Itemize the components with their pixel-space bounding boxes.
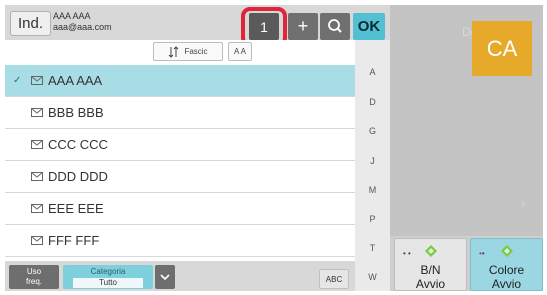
frequent-use-button[interactable]: Uso freq. bbox=[9, 265, 59, 289]
color-line1: Colore bbox=[488, 263, 525, 277]
ca-badge: CA bbox=[472, 21, 532, 76]
category-dropdown-button[interactable] bbox=[155, 265, 175, 289]
contact-name: EEE EEE bbox=[48, 201, 104, 216]
address-index-button[interactable]: Ind. bbox=[10, 11, 51, 36]
contact-name: BBB BBB bbox=[48, 105, 104, 120]
list-item[interactable]: ✓ AAA AAA bbox=[5, 65, 355, 97]
chevron-down-icon bbox=[160, 274, 170, 281]
bottom-bar: Uso freq. Categoria Tutto bbox=[5, 261, 355, 291]
header-bar: Ind. AAA AAA aaa@aaa.com 1 + OK bbox=[5, 5, 390, 47]
category-value: Tutto bbox=[73, 278, 143, 288]
index-letter-p[interactable]: P bbox=[355, 214, 390, 224]
sender-email: aaa@aaa.com bbox=[53, 22, 112, 32]
color-line2: Avvio bbox=[491, 277, 522, 291]
display-toggle-button[interactable]: A A bbox=[228, 42, 252, 61]
chevron-right-icon: › bbox=[521, 195, 526, 211]
bw-dots-icon: • • bbox=[403, 249, 411, 258]
mail-icon bbox=[31, 108, 43, 117]
contact-name: AAA AAA bbox=[48, 73, 103, 88]
frequent-use-line2: freq. bbox=[25, 277, 42, 286]
index-letter-t[interactable]: T bbox=[355, 243, 390, 253]
category-button[interactable]: Categoria Tutto bbox=[63, 265, 153, 289]
list-item[interactable]: CCC CCC bbox=[5, 129, 355, 161]
sort-bar: Fascic A A bbox=[5, 40, 355, 65]
frequent-use-line1: Uso bbox=[26, 267, 42, 276]
mail-icon bbox=[31, 204, 43, 213]
index-letter-w[interactable]: W bbox=[355, 272, 390, 282]
ok-button[interactable]: OK bbox=[353, 13, 385, 40]
mail-icon bbox=[31, 172, 43, 181]
sender-info: AAA AAA aaa@aaa.com bbox=[53, 11, 112, 33]
bw-start-button[interactable]: • • B/N Avvio bbox=[394, 238, 467, 291]
mail-icon bbox=[31, 236, 43, 245]
contact-name: FFF FFF bbox=[48, 233, 100, 248]
bw-line1: B/N bbox=[420, 263, 441, 277]
search-button[interactable] bbox=[320, 13, 350, 40]
bw-start-label: B/N Avvio bbox=[395, 263, 466, 291]
contact-name: CCC CCC bbox=[48, 137, 108, 152]
bw-line2: Avvio bbox=[415, 277, 446, 291]
address-book-screen: Ind. AAA AAA aaa@aaa.com 1 + OK Fascic A… bbox=[5, 5, 543, 291]
sort-fascic-button[interactable]: Fascic bbox=[153, 42, 223, 61]
mail-icon bbox=[31, 76, 43, 85]
color-start-button[interactable]: •• Colore Avvio bbox=[470, 238, 543, 291]
add-destination-button[interactable]: + bbox=[288, 13, 318, 40]
start-diamond-icon bbox=[425, 245, 437, 257]
index-letter-d[interactable]: D bbox=[355, 97, 390, 107]
sort-fascic-label: Fascic bbox=[184, 47, 208, 56]
sender-name: AAA AAA bbox=[53, 11, 91, 21]
check-icon: ✓ bbox=[13, 75, 22, 86]
index-letter-m[interactable]: M bbox=[355, 185, 390, 195]
list-item[interactable]: FFF FFF bbox=[5, 225, 355, 257]
list-item[interactable]: BBB BBB bbox=[5, 97, 355, 129]
alphabet-index: A D G J M P T W bbox=[355, 40, 390, 291]
index-letter-j[interactable]: J bbox=[355, 156, 390, 166]
index-letter-a[interactable]: A bbox=[355, 67, 390, 77]
color-start-label: Colore Avvio bbox=[471, 263, 542, 291]
abc-button[interactable]: ABC bbox=[319, 269, 349, 289]
sort-icon bbox=[169, 45, 179, 58]
list-item[interactable]: DDD DDD bbox=[5, 161, 355, 193]
start-diamond-icon bbox=[501, 245, 513, 257]
color-dots-icon: •• bbox=[479, 249, 485, 258]
list-item[interactable]: EEE EEE bbox=[5, 193, 355, 225]
category-title: Categoria bbox=[90, 267, 126, 276]
index-letter-g[interactable]: G bbox=[355, 126, 390, 136]
mail-icon bbox=[31, 140, 43, 149]
contact-name: DDD DDD bbox=[48, 169, 108, 184]
contact-list: ✓ AAA AAA BBB BBB CCC CCC DDD DDD EEE EE… bbox=[5, 65, 355, 261]
search-icon bbox=[328, 19, 342, 33]
